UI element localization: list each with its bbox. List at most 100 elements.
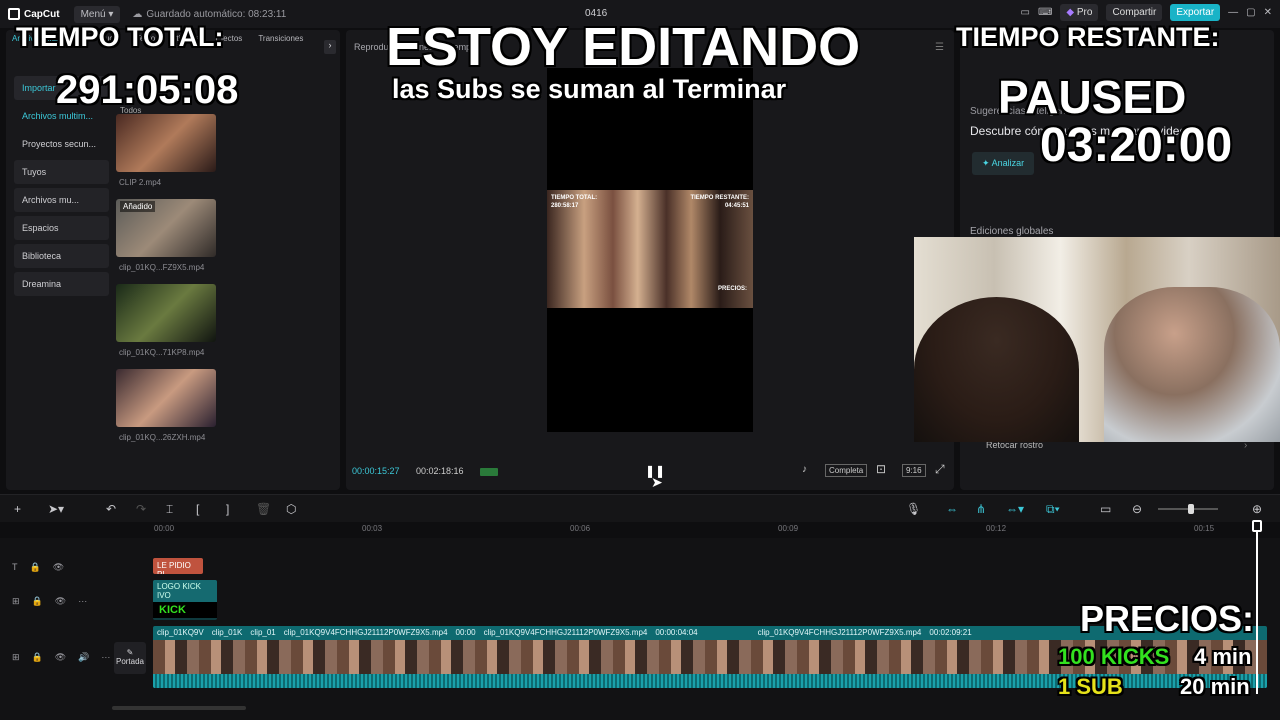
share-button[interactable]: Compartir (1106, 4, 1163, 21)
player-menu-icon[interactable]: ☰ (935, 42, 944, 53)
overlay-price-kicks: 100 KICKS (1058, 644, 1170, 669)
cloud-icon: ☁ (132, 8, 143, 20)
playhead-handle[interactable] (1252, 520, 1262, 532)
media-grid: CLIP 2.mp4 Añadido clip_01KQ...FZ9X5.mp4… (116, 114, 236, 454)
playhead[interactable] (1256, 524, 1258, 694)
video-frame: TIEMPO TOTAL: 280:58:17 TIEMPO RESTANTE:… (547, 190, 753, 308)
export-button[interactable]: Exportar (1170, 4, 1221, 21)
select-tool-icon[interactable]: ➤▾ (48, 502, 64, 516)
overlay-price-sub: 1 SUB (1058, 674, 1123, 699)
media-thumbnail (116, 369, 216, 427)
menu-button[interactable]: Menú ▾ (73, 5, 121, 23)
tab-transitions[interactable]: Transiciones (258, 34, 303, 43)
overlay-headline: ESTOY EDITANDO (386, 17, 861, 77)
media-item[interactable]: clip_01KQ...26ZXH.mp4 (116, 369, 236, 442)
eye-icon[interactable]: 👁 (55, 596, 66, 607)
overlay-remaining-label: TIEMPO RESTANTE: (956, 22, 1220, 52)
minimize-icon[interactable]: — (1228, 7, 1238, 18)
magnet-icon[interactable]: ⋔ (976, 502, 986, 516)
sidebar-item-library[interactable]: Biblioteca (14, 244, 109, 268)
logo-clip[interactable]: LOGO KICK IVO KICK (153, 580, 217, 620)
analyze-button[interactable]: ✦ Analizar (972, 152, 1035, 175)
trim-right-icon[interactable]: ] (226, 502, 229, 516)
lock-icon[interactable]: 🔒 (30, 562, 41, 573)
zoom-slider-handle[interactable] (1188, 504, 1194, 514)
quality-button[interactable]: Completa (825, 464, 868, 477)
link-main-icon[interactable]: ⇔ (946, 502, 958, 516)
zoom-out-icon[interactable]: ⊖ (1132, 502, 1142, 516)
clip-label: clip_01KQ9V4FCHHGJ21112P0WFZ9X5.mp4 (283, 628, 448, 637)
zoom-in-icon[interactable]: ⊕ (1252, 502, 1262, 516)
video-track-icon: ⊞ (12, 596, 20, 606)
cover-label: Portada (115, 657, 145, 666)
cover-button[interactable]: ✎ Portada (114, 642, 146, 674)
timeline-toolbar: + ➤▾ ↶ ↷ ⌶ [ ] 🗑 ⬡ 🎙 ⇔ ⋔ ⇔▾ ⧉▾ ▭ ⊖ ⊕ (0, 494, 1280, 522)
more-icon[interactable]: ··· (78, 596, 87, 607)
pro-button[interactable]: ◆ Pro (1060, 4, 1099, 21)
undo-icon[interactable]: ↶ (106, 502, 116, 516)
sidebar-item-spaces[interactable]: Espacios (14, 216, 109, 240)
pencil-icon: ✎ (126, 648, 134, 657)
media-item[interactable]: clip_01KQ...71KP8.mp4 (116, 284, 236, 357)
export-label: Exportar (1176, 7, 1215, 18)
clip-label: clip_01KQ9V4FCHHGJ21112P0WFZ9X5.mp4 (757, 628, 922, 637)
overlay-total-label: TIEMPO TOTAL: (16, 22, 224, 52)
delete-icon[interactable]: 🗑 (256, 502, 271, 516)
mouse-cursor-icon: ➤ (651, 474, 663, 490)
redo-icon[interactable]: ↷ (136, 502, 146, 516)
snapshot-icon[interactable]: ⊡ (876, 462, 886, 476)
ruler-tick: 00:09 (778, 524, 799, 533)
speaker-icon[interactable]: 🔊 (78, 652, 89, 663)
shield-icon[interactable]: ⬡ (286, 502, 296, 516)
split-icon[interactable]: ⌶ (166, 502, 173, 517)
ratio-button[interactable]: 9:16 (902, 464, 926, 477)
lock-icon[interactable]: 🔒 (32, 652, 43, 663)
diamond-icon: ◆ (1066, 7, 1075, 18)
microphone-icon[interactable]: 🎙 (906, 502, 921, 516)
media-name: clip_01KQ...26ZXH.mp4 (119, 433, 206, 442)
more-icon[interactable]: ··· (101, 652, 110, 663)
text-clip[interactable]: LE PIDIO PL (153, 558, 203, 574)
zoom-slider[interactable] (1158, 504, 1218, 514)
fullscreen-icon[interactable]: ⤢ (935, 462, 945, 477)
current-time: 00:00:15:27 (352, 466, 400, 476)
link-icon[interactable]: ⇔▾ (1006, 502, 1024, 516)
close-icon[interactable]: ✕ (1264, 7, 1272, 18)
logo-clip-label: LOGO KICK IVO (153, 580, 217, 602)
eye-icon[interactable]: 👁 (53, 562, 64, 573)
media-name: CLIP 2.mp4 (119, 178, 162, 187)
share-label: Compartir (1112, 7, 1157, 18)
inner-total: TIEMPO TOTAL: 280:58:17 (551, 194, 597, 210)
preview-axis-icon[interactable]: ⧉▾ (1046, 502, 1060, 517)
timeline-ruler[interactable]: 00:00 00:03 00:06 00:09 00:12 00:15 (110, 522, 1280, 538)
layout-icon[interactable]: ▭ (1021, 7, 1030, 18)
tiktok-icon[interactable]: ♪ (802, 464, 807, 475)
sidebar-item-yours[interactable]: Tuyos (14, 160, 109, 184)
media-item[interactable]: Añadido clip_01KQ...FZ9X5.mp4 (116, 199, 236, 272)
kick-logo: KICK (153, 602, 217, 618)
trim-left-icon[interactable]: [ (196, 502, 199, 516)
inner-total-label: TIEMPO TOTAL: (551, 195, 598, 201)
inner-remaining: TIEMPO RESTANTE: 04:45:51 (690, 194, 749, 210)
media-thumbnail (116, 284, 216, 342)
sidebar-item-dreamina[interactable]: Dreamina (14, 272, 109, 296)
media-item[interactable]: CLIP 2.mp4 (116, 114, 236, 187)
media-name: clip_01KQ...FZ9X5.mp4 (119, 263, 205, 272)
global-edits: Ediciones globales (970, 226, 1054, 237)
titlebar-actions: ▭ ⌨ ◆ Pro Compartir Exportar — ▢ ✕ (1021, 4, 1272, 21)
keyboard-icon[interactable]: ⌨ (1038, 7, 1052, 18)
timeline-scrollbar[interactable] (112, 706, 246, 710)
lock-icon[interactable]: 🔒 (32, 596, 43, 607)
sidebar-item-projects[interactable]: Proyectos secun... (14, 132, 109, 156)
video-canvas[interactable]: TIEMPO TOTAL: 280:58:17 TIEMPO RESTANTE:… (547, 68, 753, 432)
ruler-tick: 00:15 (1194, 524, 1215, 533)
maximize-icon[interactable]: ▢ (1246, 7, 1255, 18)
caption-icon[interactable]: ▭ (1100, 502, 1111, 516)
eye-icon[interactable]: 👁 (55, 652, 66, 663)
clip-label: 00:00:04:04 (655, 628, 698, 637)
add-icon[interactable]: + (14, 502, 21, 516)
tabs-next-button[interactable]: › (324, 40, 336, 54)
clip-label: clip_01 (250, 628, 276, 637)
sidebar-item-media-files[interactable]: Archivos mu... (14, 188, 109, 212)
sparkle-icon: ✦ (982, 158, 990, 168)
